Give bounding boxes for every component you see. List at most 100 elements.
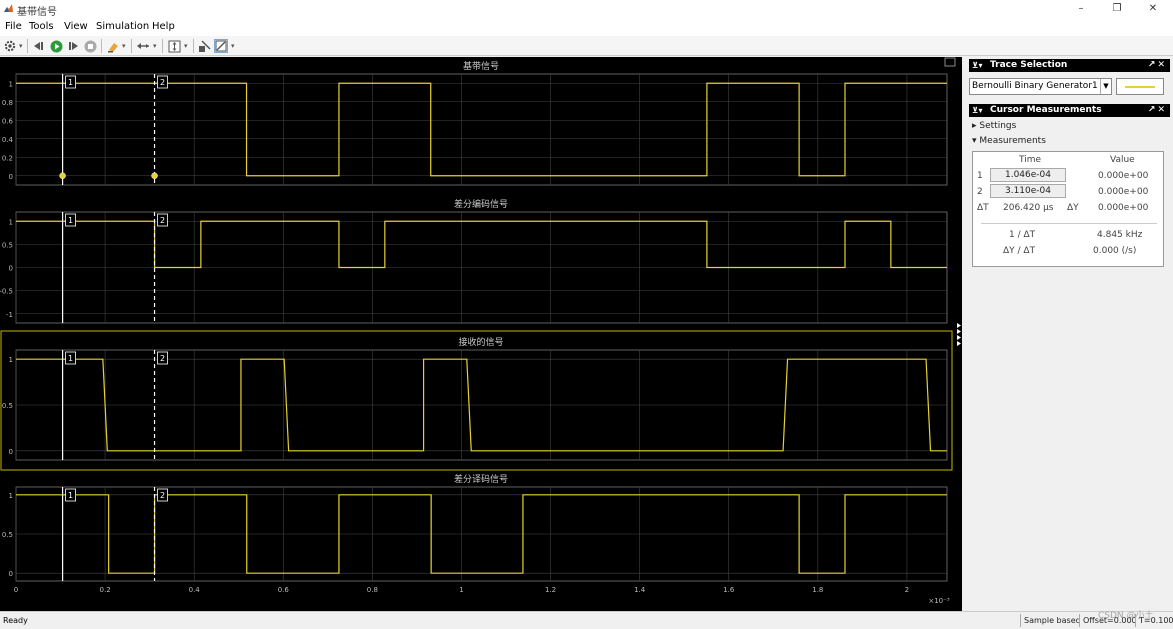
status-mode: Sample based bbox=[1020, 614, 1081, 627]
slope-value: 0.000 (/s) bbox=[1093, 246, 1137, 256]
cursor-tag-label: 1 bbox=[68, 491, 73, 500]
pin-icon[interactable]: ⊻▾ bbox=[972, 104, 983, 117]
y-tick-label: 1 bbox=[9, 80, 13, 88]
scope-display[interactable]: 基带信号 0 0.2 0.4 0.6 0.8 1 1 2 差分编码信号 -1 -0.5 0 0.5 1 1 2 接… bbox=[0, 57, 962, 611]
toolbar-separator bbox=[27, 39, 28, 53]
panel-window-controls[interactable]: ↗✕ bbox=[1148, 104, 1167, 117]
y-tick-label: 1 bbox=[9, 218, 13, 226]
cursor-icon[interactable] bbox=[197, 39, 211, 53]
x-tick-label: 1.6 bbox=[723, 586, 735, 594]
x-tick-label: 0.2 bbox=[100, 586, 111, 594]
menu-tools[interactable]: Tools bbox=[29, 21, 54, 32]
zoom-icon[interactable] bbox=[136, 39, 150, 53]
watermark: CSDN @小土 bbox=[1098, 611, 1154, 621]
expand-arrow-icon[interactable] bbox=[957, 335, 961, 340]
gear-icon[interactable] bbox=[3, 39, 17, 53]
plot-axes[interactable] bbox=[15, 73, 948, 186]
y-tick-label: 0.8 bbox=[2, 99, 13, 107]
measure-icon[interactable] bbox=[214, 39, 228, 53]
measurements-node[interactable]: ▾ Measurements bbox=[972, 136, 1046, 146]
slope-label: ΔY / ΔT bbox=[1003, 246, 1036, 256]
trace-select-dropdown[interactable]: Bernoulli Binary Generator1 ▼ bbox=[969, 78, 1112, 95]
plot-title: 接收的信号 bbox=[458, 336, 503, 348]
y-tick-label: 0 bbox=[9, 173, 13, 181]
chevron-down-icon[interactable]: ▾ bbox=[184, 42, 188, 50]
toolbar-separator bbox=[162, 39, 163, 53]
table-divider bbox=[981, 223, 1157, 224]
cursor-tag-label: 1 bbox=[68, 216, 73, 225]
x-exponent-label: ×10⁻³ bbox=[928, 597, 949, 605]
pin-icon[interactable]: ⊻▾ bbox=[972, 59, 983, 72]
y-tick-label: 0 bbox=[9, 570, 13, 578]
matlab-icon bbox=[4, 4, 13, 12]
panel-window-controls[interactable]: ↗✕ bbox=[1148, 59, 1167, 72]
menu-file[interactable]: File bbox=[5, 21, 22, 32]
chevron-down-icon[interactable]: ▼ bbox=[1100, 79, 1111, 94]
run-icon[interactable] bbox=[49, 39, 63, 53]
measurements-table: Time Value 1 1.046e-04 0.000e+00 2 3.110… bbox=[972, 151, 1164, 267]
cursor-1-time-field[interactable]: 1.046e-04 bbox=[990, 168, 1066, 182]
y-tick-label: 0.6 bbox=[2, 117, 14, 125]
cursor-tag-label: 2 bbox=[160, 354, 165, 363]
delta-t-value: 206.420 µs bbox=[1003, 203, 1054, 213]
highlight-icon[interactable] bbox=[106, 39, 120, 53]
settings-node[interactable]: ▸ Settings bbox=[972, 121, 1016, 131]
cursor-2-time-field[interactable]: 3.110e-04 bbox=[990, 184, 1066, 198]
cursor-marker bbox=[59, 172, 66, 179]
toolbar-separator bbox=[131, 39, 132, 53]
inverse-delta-t-label: 1 / ΔT bbox=[1009, 230, 1036, 240]
col-value-header: Value bbox=[1110, 155, 1135, 165]
trace-selection-header: ⊻▾ Trace Selection ↗✕ bbox=[969, 59, 1170, 72]
cursor-marker bbox=[151, 172, 158, 179]
cursor-tag-label: 1 bbox=[68, 354, 73, 363]
cursor-1-index: 1 bbox=[977, 171, 983, 181]
x-tick-label: 0.8 bbox=[367, 586, 378, 594]
step-forward-icon[interactable] bbox=[66, 39, 80, 53]
x-tick-label: 1.4 bbox=[634, 586, 646, 594]
y-tick-label: 0.5 bbox=[2, 402, 13, 410]
cursor-tag-label: 2 bbox=[160, 78, 165, 87]
step-back-icon[interactable] bbox=[32, 39, 46, 53]
side-panel: ⊻▾ Trace Selection ↗✕ Bernoulli Binary G… bbox=[966, 57, 1173, 611]
minimize-button[interactable]: – bbox=[1066, 2, 1096, 16]
expand-arrow-icon[interactable] bbox=[957, 329, 961, 334]
measurements-label: Measurements bbox=[979, 136, 1046, 146]
x-tick-label: 2 bbox=[905, 586, 909, 594]
chevron-down-icon[interactable]: ▾ bbox=[19, 42, 23, 50]
menu-simulation[interactable]: Simulation bbox=[96, 21, 149, 32]
menu-view[interactable]: View bbox=[64, 21, 88, 32]
expand-down-icon: ▾ bbox=[972, 136, 977, 146]
cursor-2-value: 0.000e+00 bbox=[1098, 187, 1149, 197]
status-bar: Ready Sample based Offset=0.000 T=0.100 bbox=[0, 611, 1173, 629]
title-bar: 基带信号 – ❐ ✕ bbox=[0, 0, 1173, 18]
toolbar: ▾ ▾ ▾ ▾ ▾ bbox=[0, 36, 1173, 56]
chevron-down-icon[interactable]: ▾ bbox=[231, 42, 235, 50]
restore-button[interactable]: ❐ bbox=[1102, 2, 1132, 16]
settings-label: Settings bbox=[979, 121, 1017, 131]
plot-title: 差分编码信号 bbox=[454, 198, 508, 210]
close-button[interactable]: ✕ bbox=[1138, 2, 1168, 16]
y-tick-label: 1 bbox=[9, 492, 13, 500]
cursor-tag-label: 2 bbox=[160, 216, 165, 225]
expand-arrow-icon[interactable] bbox=[957, 341, 961, 346]
menu-help[interactable]: Help bbox=[152, 21, 175, 32]
status-ready: Ready bbox=[3, 616, 28, 625]
plot-title: 基带信号 bbox=[463, 60, 499, 72]
x-tick-label: 1.8 bbox=[812, 586, 823, 594]
scope-plots[interactable]: 基带信号 0 0.2 0.4 0.6 0.8 1 1 2 差分编码信号 -1 -0.5 0 0.5 1 1 2 接… bbox=[0, 57, 962, 611]
trace-color-swatch[interactable] bbox=[1116, 78, 1164, 95]
trace-select-value: Bernoulli Binary Generator1 bbox=[972, 81, 1098, 91]
maximize-axes-icon[interactable] bbox=[944, 57, 956, 67]
y-tick-label: 0 bbox=[9, 448, 13, 456]
chevron-down-icon[interactable]: ▾ bbox=[153, 42, 157, 50]
scale-axes-icon[interactable] bbox=[167, 39, 181, 53]
chevron-down-icon[interactable]: ▾ bbox=[122, 42, 126, 50]
y-tick-label: 0.4 bbox=[2, 136, 14, 144]
delta-y-label: ΔY bbox=[1067, 203, 1079, 213]
stop-icon[interactable] bbox=[83, 39, 97, 53]
expand-arrow-icon[interactable] bbox=[957, 323, 961, 328]
trace-selection-title: Trace Selection bbox=[990, 60, 1068, 70]
cursor-measurements-title: Cursor Measurements bbox=[990, 105, 1102, 115]
window-title: 基带信号 bbox=[17, 7, 57, 18]
cursor-1-value: 0.000e+00 bbox=[1098, 171, 1149, 181]
